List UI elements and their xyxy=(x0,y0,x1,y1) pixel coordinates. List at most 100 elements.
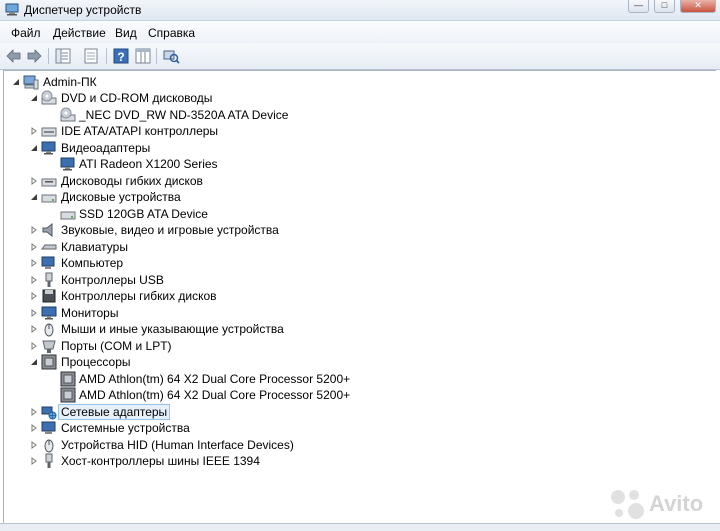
expand-arrow-icon[interactable] xyxy=(30,424,38,432)
usb-icon xyxy=(45,272,53,287)
tree-child-processor-2[interactable]: AMD Athlon(tm) 64 X2 Dual Core Processor… xyxy=(4,387,704,403)
close-button[interactable]: ✕ xyxy=(680,0,716,13)
minimize-button[interactable]: — xyxy=(628,0,649,13)
watermark-text: Avito xyxy=(649,491,704,516)
tree-item-ide[interactable]: IDE ATA/ATAPI контроллеры xyxy=(4,123,704,139)
tree-item-ports[interactable]: Порты (COM и LPT) xyxy=(4,338,704,354)
collapse-arrow-icon[interactable] xyxy=(30,94,38,102)
tree-child-label: AMD Athlon(tm) 64 X2 Dual Core Processor… xyxy=(79,388,351,402)
expand-arrow-icon[interactable] xyxy=(30,408,38,416)
dvd-drive-icon xyxy=(60,107,76,122)
tree-item-label: Мыши и иные указывающие устройства xyxy=(61,322,284,336)
tree-item-label: Видеоадаптеры xyxy=(61,141,151,155)
tree-item-label: Дисководы гибких дисков xyxy=(61,174,203,188)
disk-drive-icon xyxy=(41,194,57,203)
computer-icon xyxy=(23,75,39,90)
expand-arrow-icon[interactable] xyxy=(30,441,38,449)
processor-icon xyxy=(41,354,57,370)
tree-item-ieee1394[interactable]: Хост-контроллеры шины IEEE 1394 xyxy=(4,453,704,469)
floppy-drive-icon xyxy=(41,178,57,187)
tree-item-label: Дисковые устройства xyxy=(61,190,181,204)
expand-arrow-icon[interactable] xyxy=(30,457,38,465)
tree-root[interactable]: Admin-ПК xyxy=(4,74,704,90)
expand-arrow-icon[interactable] xyxy=(30,243,38,251)
tree-item-system[interactable]: Системные устройства xyxy=(4,420,704,436)
ide-controller-icon xyxy=(41,127,57,137)
tree-item-usb[interactable]: Контроллеры USB xyxy=(4,272,704,288)
tree-item-label: Клавиатуры xyxy=(61,240,128,254)
tree-item-label: Контроллеры гибких дисков xyxy=(61,289,217,303)
tree-child-dvd-device[interactable]: _NEC DVD_RW ND-3520A ATA Device xyxy=(4,107,704,123)
tree-item-sound[interactable]: Звуковые, видео и игровые устройства xyxy=(4,222,704,238)
expand-arrow-icon[interactable] xyxy=(30,226,38,234)
tree-item-floppy-drives[interactable]: Дисководы гибких дисков xyxy=(4,173,704,189)
expand-arrow-icon[interactable] xyxy=(30,276,38,284)
dvd-drive-icon xyxy=(41,90,57,105)
tree-item-network[interactable]: Сетевые адаптеры xyxy=(4,404,704,420)
tree-item-floppy-controllers[interactable]: Контроллеры гибких дисков xyxy=(4,288,704,304)
tree-item-mice[interactable]: Мыши и иные указывающие устройства xyxy=(4,321,704,337)
columns-icon[interactable] xyxy=(134,47,152,65)
tree-child-label: ATI Radeon X1200 Series xyxy=(79,157,218,171)
scan-hardware-icon[interactable] xyxy=(162,47,180,65)
avito-logo-icon xyxy=(611,490,644,519)
expand-arrow-icon[interactable] xyxy=(30,309,38,317)
menu-bar: Файл Действие Вид Справка xyxy=(0,21,720,43)
expand-arrow-icon[interactable] xyxy=(30,325,38,333)
toolbar-separator xyxy=(106,48,107,64)
properties-icon[interactable] xyxy=(82,47,100,65)
tree-child-display-device[interactable]: ATI Radeon X1200 Series xyxy=(4,156,704,172)
tree-item-label: IDE ATA/ATAPI контроллеры xyxy=(61,124,219,138)
floppy-controller-icon xyxy=(42,289,56,303)
toolbar: ? xyxy=(0,43,720,70)
tree-item-monitors[interactable]: Мониторы xyxy=(4,305,704,321)
menu-view[interactable]: Вид xyxy=(115,26,137,40)
system-device-icon xyxy=(41,421,56,434)
forward-arrow-icon[interactable] xyxy=(25,47,43,65)
device-manager-icon xyxy=(5,3,19,16)
expand-arrow-icon[interactable] xyxy=(30,259,38,267)
svg-text:?: ? xyxy=(117,50,124,64)
expand-arrow-icon[interactable] xyxy=(30,177,38,185)
collapse-arrow-icon[interactable] xyxy=(30,358,38,366)
tree-item-label: Устройства HID (Human Interface Devices) xyxy=(61,438,294,452)
tree-item-processors[interactable]: Процессоры xyxy=(4,354,704,370)
tree-item-hid[interactable]: Устройства HID (Human Interface Devices) xyxy=(4,437,704,453)
tree-view-icon[interactable] xyxy=(54,47,72,65)
tree-root-label: Admin-ПК xyxy=(43,75,97,89)
menu-action[interactable]: Действие xyxy=(53,26,106,40)
monitor-icon xyxy=(41,306,57,320)
expand-arrow-icon[interactable] xyxy=(30,127,38,135)
device-tree[interactable]: Admin-ПК DVD и CD-ROM дисководы _NEC DVD… xyxy=(3,70,716,525)
disk-drive-icon xyxy=(60,211,76,220)
collapse-arrow-icon[interactable] xyxy=(12,78,20,86)
tree-item-display[interactable]: Видеоадаптеры xyxy=(4,140,704,156)
menu-help[interactable]: Справка xyxy=(148,26,195,40)
processor-icon xyxy=(60,371,76,387)
tree-child-label: SSD 120GB ATA Device xyxy=(79,207,208,221)
tree-item-label: Порты (COM и LPT) xyxy=(61,339,172,353)
menu-file[interactable]: Файл xyxy=(11,26,41,40)
help-icon[interactable]: ? xyxy=(112,47,130,65)
tree-item-keyboards[interactable]: Клавиатуры xyxy=(4,239,704,255)
collapse-arrow-icon[interactable] xyxy=(30,193,38,201)
network-adapter-icon xyxy=(41,406,57,420)
tree-child-label: _NEC DVD_RW ND-3520A ATA Device xyxy=(79,108,289,122)
tree-item-label: Сетевые адаптеры xyxy=(57,404,171,420)
mouse-icon xyxy=(44,323,54,337)
collapse-arrow-icon[interactable] xyxy=(30,144,38,152)
tree-item-label: Процессоры xyxy=(61,355,131,369)
tree-child-processor-1[interactable]: AMD Athlon(tm) 64 X2 Dual Core Processor… xyxy=(4,371,704,387)
ieee1394-icon xyxy=(45,453,53,468)
tree-item-computer[interactable]: Компьютер xyxy=(4,255,704,271)
display-adapter-icon xyxy=(60,157,75,171)
tree-item-dvd[interactable]: DVD и CD-ROM дисководы xyxy=(4,90,704,106)
tree-item-label: Хост-контроллеры шины IEEE 1394 xyxy=(61,454,260,468)
tree-child-disk-device[interactable]: SSD 120GB ATA Device xyxy=(4,206,704,222)
tree-item-disk-drives[interactable]: Дисковые устройства xyxy=(4,189,704,205)
expand-arrow-icon[interactable] xyxy=(30,342,38,350)
toolbar-separator xyxy=(156,48,157,64)
expand-arrow-icon[interactable] xyxy=(30,292,38,300)
maximize-button[interactable]: □ xyxy=(654,0,675,13)
back-arrow-icon[interactable] xyxy=(5,47,23,65)
